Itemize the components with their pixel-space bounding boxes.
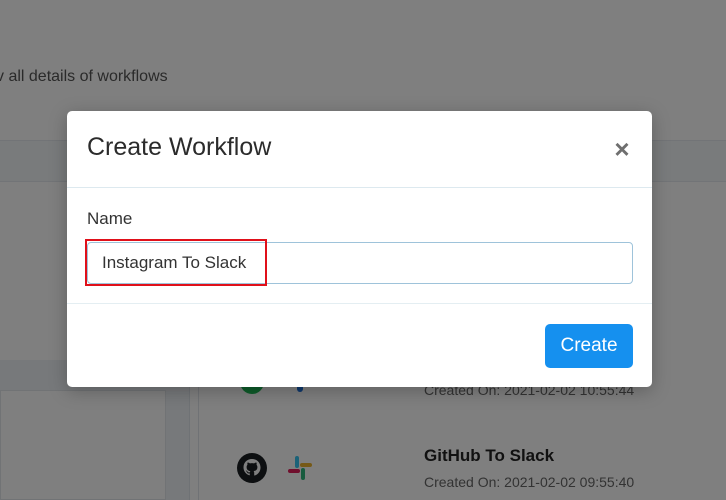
modal-header: Create Workflow × — [67, 111, 652, 188]
modal-body: Name — [67, 188, 652, 304]
modal-title: Create Workflow — [87, 133, 272, 161]
create-workflow-modal: Create Workflow × Name Create — [67, 111, 652, 387]
close-icon[interactable]: × — [610, 135, 634, 163]
modal-footer: Create — [67, 304, 652, 387]
create-button[interactable]: Create — [545, 324, 633, 368]
name-label: Name — [87, 209, 133, 228]
workflow-name-input[interactable] — [87, 242, 633, 284]
